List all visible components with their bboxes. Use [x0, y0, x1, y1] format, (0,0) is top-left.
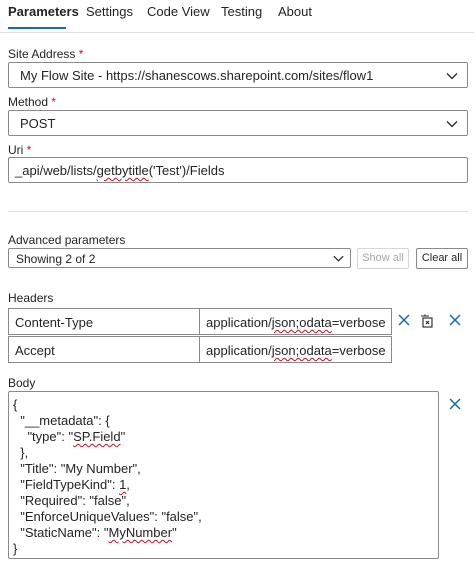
body-line-text: , [126, 477, 130, 492]
body-line-text: "FieldTypeKind": [13, 477, 120, 492]
header-value-post: =verbose [331, 315, 386, 330]
body-line: "FieldTypeKind": 1, [13, 477, 130, 492]
header-value-input[interactable]: application/json;odata=verbose [199, 336, 392, 363]
uri-input[interactable]: _api/web/lists/getbytitle('Test')/Fields [8, 157, 468, 183]
body-label: Body [8, 376, 36, 390]
section-divider [8, 211, 468, 212]
body-line-text: "EnforceUniqueValues": "false", [13, 509, 202, 524]
remove-headers-icon[interactable] [447, 312, 463, 328]
body-line: "StaticName": "MyNumber" [13, 525, 177, 540]
body-line-squiggle: SP.Field [73, 429, 121, 444]
body-line: "type": "SP.Field" [13, 429, 125, 444]
tab-bar: Parameters Settings Code View Testing Ab… [0, 0, 474, 30]
clear-all-button[interactable]: Clear all [416, 248, 468, 269]
site-address-label: Site Address * [8, 47, 83, 61]
header-value-input[interactable]: application/json;odata=verbose [199, 308, 392, 335]
delete-row-icon[interactable] [396, 312, 412, 328]
header-value-text: application/json;odata=verbose [206, 343, 386, 358]
advanced-parameters-label: Advanced parameters [8, 233, 126, 247]
tab-testing[interactable]: Testing [221, 4, 262, 19]
tab-settings[interactable]: Settings [86, 4, 133, 19]
body-line: "__metadata": { [13, 413, 110, 428]
header-value-squiggle: json;odata [271, 315, 332, 330]
body-line: "EnforceUniqueValues": "false", [13, 509, 202, 524]
chevron-down-icon [446, 73, 458, 80]
body-line-squiggle: MyNumber [108, 525, 173, 540]
body-line-text: " [120, 429, 126, 444]
chevron-down-icon [333, 255, 344, 262]
method-dropdown[interactable]: POST [8, 110, 468, 136]
header-value-pre: application/ [206, 343, 272, 358]
body-line: { [13, 397, 17, 412]
uri-value: _api/web/lists/getbytitle('Test')/Fields [15, 163, 224, 178]
header-key-input[interactable]: Content-Type [8, 308, 200, 335]
header-value-text: application/json;odata=verbose [206, 315, 386, 330]
method-label: Method * [8, 95, 56, 109]
header-key-input[interactable]: Accept [8, 336, 200, 363]
tab-divider [0, 32, 474, 33]
header-value-post: =verbose [331, 343, 386, 358]
site-address-label-text: Site Address [8, 47, 76, 61]
uri-value-squiggle: getbytitle [96, 163, 149, 178]
header-value-pre: application/ [206, 315, 272, 330]
body-line-text: }, [13, 445, 29, 460]
tab-about[interactable]: About [278, 4, 312, 19]
tab-parameters[interactable]: Parameters [8, 4, 79, 19]
required-marker: * [26, 143, 32, 157]
uri-value-suffix: ('Test')/Fields [148, 163, 225, 178]
uri-label: Uri * [8, 143, 31, 157]
body-line: }, [13, 445, 28, 460]
remove-body-icon[interactable] [447, 396, 463, 412]
tab-code-view[interactable]: Code View [147, 4, 210, 19]
body-editor[interactable]: { "__metadata": { "type": "SP.Field" }, … [8, 391, 439, 559]
advanced-parameters-dropdown[interactable]: Showing 2 of 2 [8, 248, 351, 268]
site-address-dropdown[interactable]: My Flow Site - https://shanescows.sharep… [8, 62, 468, 88]
method-label-text: Method [8, 95, 49, 109]
body-line-text: " [172, 525, 177, 540]
uri-value-prefix: _api/web/lists/ [15, 163, 97, 178]
method-value: POST [20, 116, 56, 131]
advanced-parameters-value: Showing 2 of 2 [16, 252, 96, 266]
show-all-button[interactable]: Show all [357, 248, 409, 269]
delete-all-rows-icon[interactable] [419, 313, 435, 329]
body-line-text: "Title": "My Number", [13, 461, 141, 476]
body-line: } [13, 541, 17, 556]
active-tab-indicator [8, 27, 66, 29]
headers-label: Headers [8, 291, 54, 305]
body-line-text: "type": " [13, 429, 74, 444]
body-line-text: } [13, 541, 18, 556]
header-key-value: Accept [15, 343, 55, 358]
required-marker: * [51, 95, 57, 109]
uri-label-text: Uri [8, 143, 24, 157]
body-line: "Title": "My Number", [13, 461, 141, 476]
chevron-down-icon [446, 121, 458, 128]
required-marker: * [78, 47, 84, 61]
body-line-text: { [13, 397, 18, 412]
body-line-text: "Required": "false", [13, 493, 130, 508]
header-key-value: Content-Type [15, 315, 94, 330]
header-value-squiggle: json;odata [271, 343, 332, 358]
body-line-text: "StaticName": " [13, 525, 109, 540]
site-address-value: My Flow Site - https://shanescows.sharep… [20, 68, 374, 83]
body-line-text: "__metadata": { [13, 413, 110, 428]
body-line: "Required": "false", [13, 493, 130, 508]
